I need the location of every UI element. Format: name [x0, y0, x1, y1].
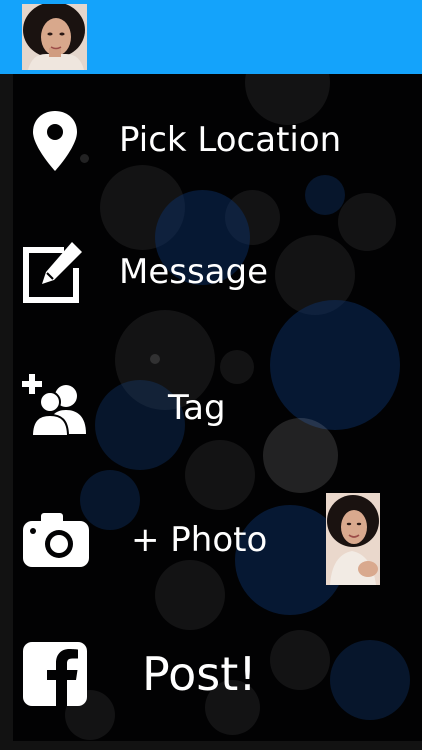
bottom-strip: [0, 741, 422, 750]
add-photo-label: + Photo: [131, 520, 268, 560]
camera-icon: [23, 513, 89, 567]
message-button[interactable]: Message: [13, 218, 422, 328]
avatar-photo: [22, 4, 87, 70]
compose-icon: [23, 242, 82, 303]
pick-location-button[interactable]: Pick Location: [13, 85, 422, 195]
tag-button[interactable]: Tag: [13, 352, 422, 462]
post-button[interactable]: Post!: [13, 618, 422, 728]
facebook-icon: [23, 642, 87, 706]
post-label: Post!: [142, 647, 257, 701]
selected-photo-thumbnail[interactable]: [326, 493, 380, 585]
side-rail: [0, 74, 13, 750]
add-friends-icon: [22, 374, 86, 437]
tag-label: Tag: [168, 388, 226, 428]
map-pin-icon: [33, 111, 77, 171]
pick-location-label: Pick Location: [119, 120, 342, 160]
photo-image: [326, 493, 380, 585]
header-bar: [0, 0, 422, 74]
message-label: Message: [119, 252, 269, 292]
screen: Pick Location Message Tag + Photo Post!: [0, 0, 422, 750]
profile-avatar[interactable]: [22, 4, 87, 70]
